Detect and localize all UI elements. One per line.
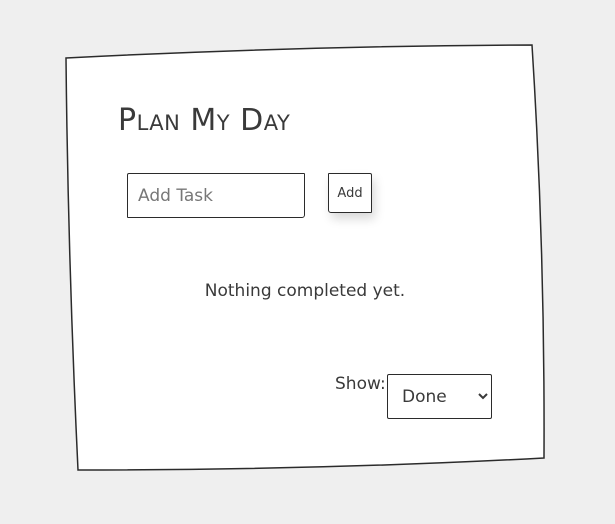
app-card: Plan My Day Add Nothing completed yet. S… <box>0 0 615 524</box>
add-task-button[interactable]: Add <box>328 173 372 213</box>
empty-state-message: Nothing completed yet. <box>204 281 406 301</box>
filter-select[interactable]: Done <box>387 374 492 419</box>
card-outline <box>65 44 545 471</box>
filter-label: Show: <box>335 374 386 394</box>
page-title: Plan My Day <box>118 103 291 138</box>
add-task-input[interactable] <box>127 173 305 218</box>
